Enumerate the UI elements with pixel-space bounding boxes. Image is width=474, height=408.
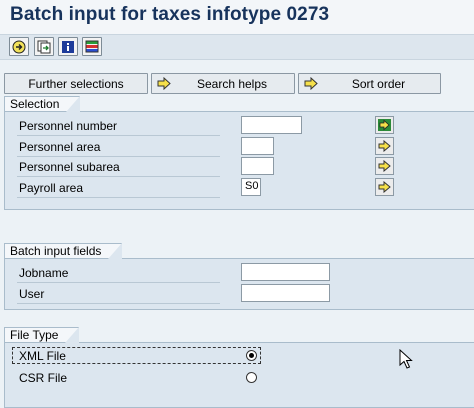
- arrow-right-icon: [378, 160, 391, 172]
- user-label: User: [19, 287, 45, 301]
- payroll-area-label: Payroll area: [19, 181, 84, 195]
- further-selections-button[interactable]: Further selections: [4, 73, 148, 94]
- search-helps-label: Search helps: [196, 76, 268, 91]
- information-icon: [62, 40, 74, 53]
- arrow-right-icon: [157, 77, 171, 90]
- mouse-cursor-icon: [399, 349, 413, 369]
- personnel-subarea-label: Personnel subarea: [19, 160, 120, 174]
- row-divider: [17, 282, 220, 283]
- page-title: Batch input for taxes infotype 0273: [10, 4, 330, 25]
- arrow-right-icon: [304, 77, 318, 90]
- arrow-right-icon: [378, 181, 391, 193]
- jobname-label: Jobname: [19, 266, 69, 280]
- user-field[interactable]: [241, 284, 330, 302]
- jobname-field[interactable]: [241, 263, 330, 281]
- personnel-number-multiple-selection-button[interactable]: [375, 116, 394, 134]
- file-type-group-title: File Type: [4, 327, 80, 343]
- information-button[interactable]: [58, 37, 78, 56]
- get-variant-icon: [37, 40, 51, 53]
- xml-file-label: XML File: [19, 349, 66, 363]
- further-selections-label: Further selections: [28, 76, 124, 91]
- execute-button[interactable]: [9, 37, 29, 56]
- radio-selected-dot: [249, 353, 254, 358]
- personnel-area-multiple-selection-button[interactable]: [375, 137, 394, 155]
- row-divider: [17, 197, 220, 198]
- personnel-number-label: Personnel number: [19, 119, 118, 133]
- personnel-area-field[interactable]: [241, 137, 274, 155]
- sort-order-button[interactable]: Sort order: [298, 73, 441, 94]
- selection-options-icon: [85, 40, 99, 52]
- arrow-right-icon: [378, 140, 391, 152]
- get-variant-button[interactable]: [34, 37, 54, 56]
- arrow-right-green-icon: [378, 119, 391, 131]
- row-divider: [17, 176, 220, 177]
- personnel-area-label: Personnel area: [19, 140, 101, 154]
- row-divider: [17, 135, 220, 136]
- xml-file-radio[interactable]: [246, 350, 257, 361]
- payroll-area-multiple-selection-button[interactable]: [375, 178, 394, 196]
- csr-file-radio[interactable]: [246, 372, 257, 383]
- payroll-area-field[interactable]: S0: [241, 178, 261, 196]
- sort-order-label: Sort order: [351, 76, 406, 91]
- personnel-number-field[interactable]: [241, 116, 302, 134]
- search-helps-button[interactable]: Search helps: [151, 73, 295, 94]
- selection-group-title: Selection: [4, 96, 81, 112]
- selection-options-button[interactable]: [82, 37, 102, 56]
- personnel-subarea-field[interactable]: [241, 157, 274, 175]
- row-divider: [17, 156, 220, 157]
- execute-icon: [12, 40, 26, 53]
- batch-input-fields-group-title: Batch input fields: [4, 243, 123, 259]
- row-divider: [17, 303, 220, 304]
- personnel-subarea-multiple-selection-button[interactable]: [375, 157, 394, 175]
- csr-file-label: CSR File: [19, 371, 68, 385]
